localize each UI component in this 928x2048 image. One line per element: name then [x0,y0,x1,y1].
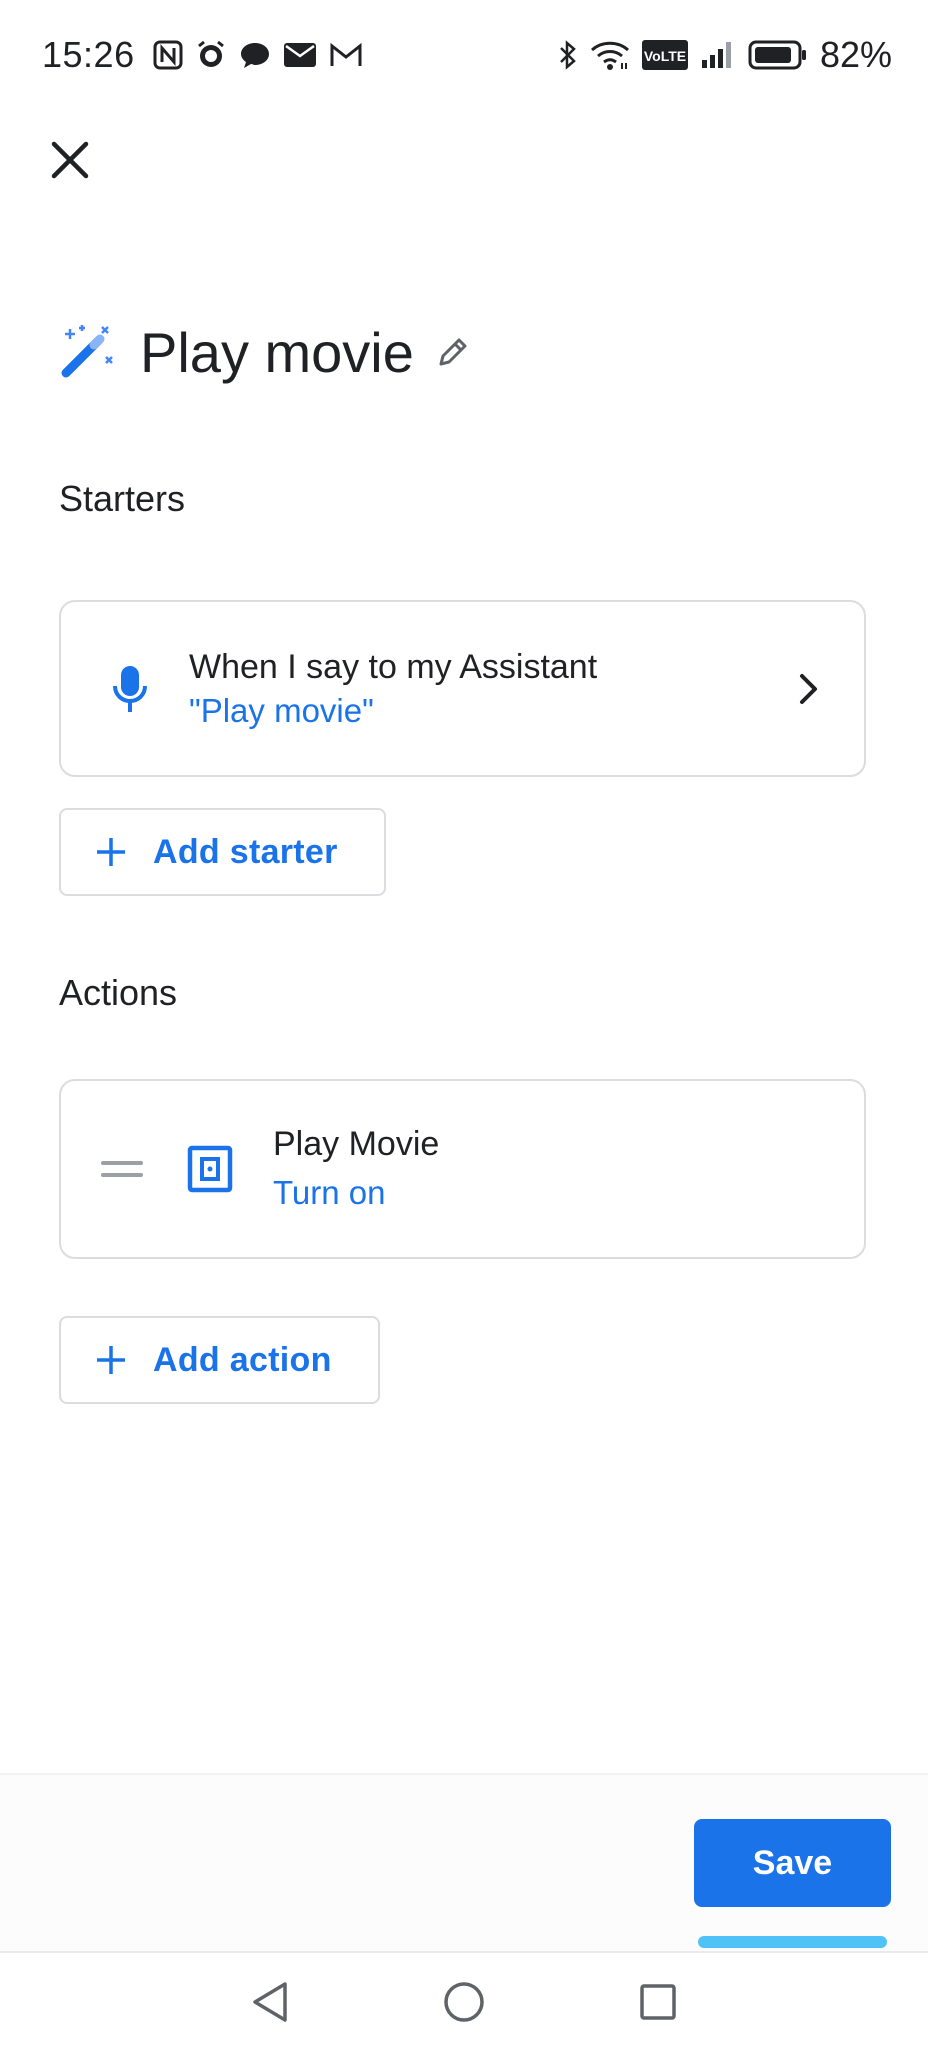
status-bar: 15:26 VoLTE 82% [0,0,928,110]
starters-section-label: Starters [59,478,186,519]
device-icon [187,1145,233,1193]
email-icon [283,42,317,68]
battery-percent: 82% [819,34,892,75]
volte-badge-text: VoLTE [644,48,686,64]
alarm-icon [195,39,227,71]
save-highlight-bar [698,1936,887,1948]
magic-wand-icon [58,323,116,381]
drag-handle-icon[interactable] [101,1161,143,1177]
add-starter-button[interactable]: Add starter [59,808,386,896]
chevron-right-icon [798,672,820,706]
add-starter-label: Add starter [153,832,338,871]
nav-recents-button[interactable] [634,1978,682,2026]
microphone-icon [99,664,161,714]
starter-phrase: "Play movie" [189,691,374,729]
wifi-icon [590,39,630,71]
action-card[interactable]: Play Movie Turn on [59,1079,866,1259]
nav-home-button[interactable] [440,1978,488,2026]
routine-title-row: Play movie [58,312,470,392]
action-state: Turn on [273,1174,386,1211]
close-button[interactable] [40,130,100,190]
bluetooth-icon [558,39,578,71]
back-triangle-icon [253,1982,287,2022]
starter-title: When I say to my Assistant [189,647,598,686]
page-title: Play movie [140,320,414,384]
screen: 15:26 VoLTE 82% Play movie Starters When… [0,0,928,2048]
add-action-button[interactable]: Add action [59,1316,380,1404]
starter-card[interactable]: When I say to my Assistant "Play movie" [59,600,866,777]
nfc-icon [153,40,183,70]
action-title: Play Movie [273,1125,440,1163]
nav-back-button[interactable] [246,1978,294,2026]
signal-icon [700,40,736,70]
gmail-icon [329,42,363,68]
plus-icon [95,1344,127,1376]
chat-bubble-icon [239,40,271,70]
plus-icon [95,836,127,868]
add-action-label: Add action [153,1340,332,1379]
status-bar-left: 15:26 [42,34,363,76]
status-time: 15:26 [42,34,135,75]
edit-title-pencil-icon[interactable] [436,335,470,369]
status-bar-right: VoLTE 82% [558,34,892,76]
home-circle-icon [444,1982,484,2022]
close-icon [51,141,89,179]
actions-section-label: Actions [59,972,178,1013]
volte-icon: VoLTE [641,40,688,70]
battery-icon [748,39,808,71]
action-text: Play Movie Turn on [273,1120,439,1218]
recents-square-icon [640,1984,676,2020]
starter-text: When I say to my Assistant "Play movie" [189,645,798,733]
save-button[interactable]: Save [694,1819,891,1907]
